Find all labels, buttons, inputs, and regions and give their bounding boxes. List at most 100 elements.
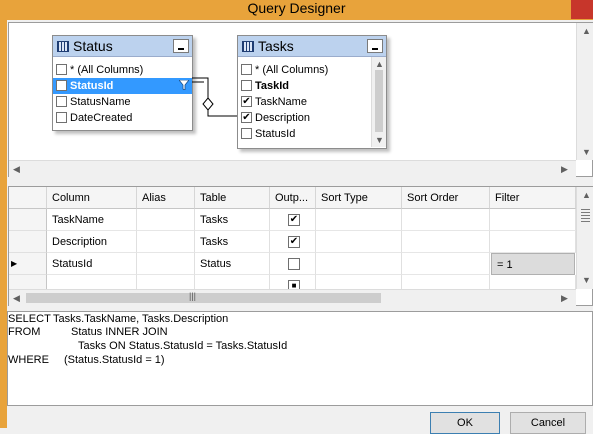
cell-table[interactable]: Tasks [195, 231, 270, 253]
status-column-datecreated[interactable]: DateCreated [53, 110, 192, 126]
column-label: Description [255, 112, 311, 124]
header-filter[interactable]: Filter [490, 187, 576, 209]
scroll-up-icon[interactable]: ▲ [582, 26, 591, 36]
sql-keyword: FROM [8, 326, 41, 338]
checkbox[interactable] [56, 64, 67, 75]
scroll-down-icon[interactable]: ▼ [582, 147, 591, 157]
cell-filter-active[interactable]: = 1 [491, 253, 575, 275]
status-table-header[interactable]: Status [53, 36, 192, 57]
sql-text: Tasks.TaskName, Tasks.Description [53, 313, 229, 325]
checkbox[interactable] [241, 80, 252, 91]
sql-text: Tasks ON Status.StatusId = Tasks.StatusI… [78, 340, 288, 352]
tasks-column-all[interactable]: * (All Columns) [238, 62, 370, 78]
output-checkbox[interactable] [288, 258, 300, 270]
sql-keyword: SELECT [8, 313, 51, 325]
tasks-table-title: Tasks [258, 38, 294, 54]
cell-alias[interactable] [137, 209, 195, 231]
window-frame [0, 20, 7, 428]
tasks-table-header[interactable]: Tasks [238, 36, 386, 57]
cell-output[interactable] [270, 253, 316, 275]
header-output[interactable]: Outp... [270, 187, 316, 209]
tasks-column-description[interactable]: ✔ Description [238, 110, 370, 126]
scroll-up-icon[interactable]: ▲ [582, 190, 591, 200]
header-sort-order[interactable]: Sort Order [402, 187, 490, 209]
checkbox[interactable]: ✔ [241, 96, 252, 107]
checkbox[interactable] [56, 80, 67, 91]
column-label: StatusId [255, 128, 296, 140]
grid-horizontal-scrollbar[interactable]: ◀ ||| ▶ [9, 289, 576, 306]
checkbox[interactable] [56, 96, 67, 107]
row-pointer-icon: ▶ [11, 259, 18, 268]
status-table-box[interactable]: Status * (All Columns) StatusId StatusNa… [52, 35, 193, 131]
grid-vertical-scrollbar[interactable]: ▲ ▼ [576, 187, 593, 289]
header-sort-type[interactable]: Sort Type [316, 187, 402, 209]
criteria-grid[interactable]: Column Alias Table Outp... Sort Type Sor… [8, 186, 593, 306]
cell-output[interactable]: ✔ [270, 209, 316, 231]
cell-output[interactable]: ✔ [270, 231, 316, 253]
scroll-thumb[interactable] [26, 293, 381, 303]
diagram-horizontal-scrollbar[interactable]: ◀ ▶ [9, 160, 576, 177]
status-column-statusname[interactable]: StatusName [53, 94, 192, 110]
tasks-column-statusid[interactable]: StatusId [238, 126, 370, 142]
scroll-thumb[interactable] [375, 70, 383, 132]
checkbox[interactable] [241, 128, 252, 139]
diagram-vertical-scrollbar[interactable]: ▲ ▼ [576, 23, 593, 160]
cancel-button[interactable]: Cancel [510, 412, 586, 434]
cell-sort-order[interactable] [402, 209, 490, 231]
scroll-left-icon[interactable]: ◀ [13, 164, 20, 174]
scroll-left-icon[interactable]: ◀ [13, 293, 20, 303]
sql-keyword: WHERE [8, 354, 49, 366]
scroll-right-icon[interactable]: ▶ [561, 164, 568, 174]
header-column[interactable]: Column [47, 187, 137, 209]
cell-column[interactable]: StatusId [47, 253, 137, 275]
row-selector[interactable] [9, 231, 47, 253]
table-icon [57, 41, 69, 52]
cell-column[interactable]: Description [47, 231, 137, 253]
ok-button[interactable]: OK [430, 412, 500, 434]
diagram-pane[interactable]: Status * (All Columns) StatusId StatusNa… [8, 22, 593, 177]
scroll-right-icon[interactable]: ▶ [561, 293, 568, 303]
checkbox[interactable] [241, 64, 252, 75]
scroll-thumb[interactable] [581, 209, 590, 223]
status-column-all[interactable]: * (All Columns) [53, 62, 192, 78]
sql-text: Status INNER JOIN [71, 326, 168, 338]
tasks-column-taskname[interactable]: ✔ TaskName [238, 94, 370, 110]
cell-sort-order[interactable] [402, 253, 490, 275]
grip-icon: ||| [189, 291, 197, 301]
scroll-down-icon[interactable]: ▼ [375, 135, 384, 145]
checkbox[interactable] [56, 112, 67, 123]
join-line[interactable] [192, 68, 240, 128]
header-table[interactable]: Table [195, 187, 270, 209]
row-selector[interactable] [9, 209, 47, 231]
cell-alias[interactable] [137, 253, 195, 275]
status-column-statusid[interactable]: StatusId [53, 78, 192, 94]
column-label: * (All Columns) [70, 64, 144, 76]
scroll-down-icon[interactable]: ▼ [582, 275, 591, 285]
cell-column[interactable]: TaskName [47, 209, 137, 231]
cell-table[interactable]: Status [195, 253, 270, 275]
tasks-table-scrollbar[interactable]: ▲ ▼ [371, 57, 386, 147]
tasks-column-taskid[interactable]: TaskId [238, 78, 370, 94]
header-alias[interactable]: Alias [137, 187, 195, 209]
output-checkbox[interactable]: ✔ [288, 214, 300, 226]
cell-sort-type[interactable] [316, 231, 402, 253]
close-window-button[interactable] [571, 0, 593, 19]
cell-table[interactable]: Tasks [195, 209, 270, 231]
sql-pane[interactable]: SELECT Tasks.TaskName, Tasks.Description… [7, 311, 593, 406]
column-label: TaskName [255, 96, 307, 108]
checkbox[interactable]: ✔ [241, 112, 252, 123]
window-titlebar[interactable]: Query Designer [0, 0, 593, 20]
row-selector-current[interactable]: ▶ [9, 253, 47, 275]
cell-sort-type[interactable] [316, 209, 402, 231]
tasks-table-box[interactable]: Tasks * (All Columns) TaskId ✔ TaskName … [237, 35, 387, 149]
cell-sort-order[interactable] [402, 231, 490, 253]
cell-filter[interactable] [490, 231, 576, 253]
minimize-icon[interactable] [173, 39, 189, 53]
cell-sort-type[interactable] [316, 253, 402, 275]
scroll-up-icon[interactable]: ▲ [375, 59, 384, 69]
minimize-icon[interactable] [367, 39, 383, 53]
cell-alias[interactable] [137, 231, 195, 253]
output-checkbox[interactable]: ✔ [288, 236, 300, 248]
cell-filter[interactable] [490, 209, 576, 231]
join-diamond-icon [202, 97, 214, 111]
